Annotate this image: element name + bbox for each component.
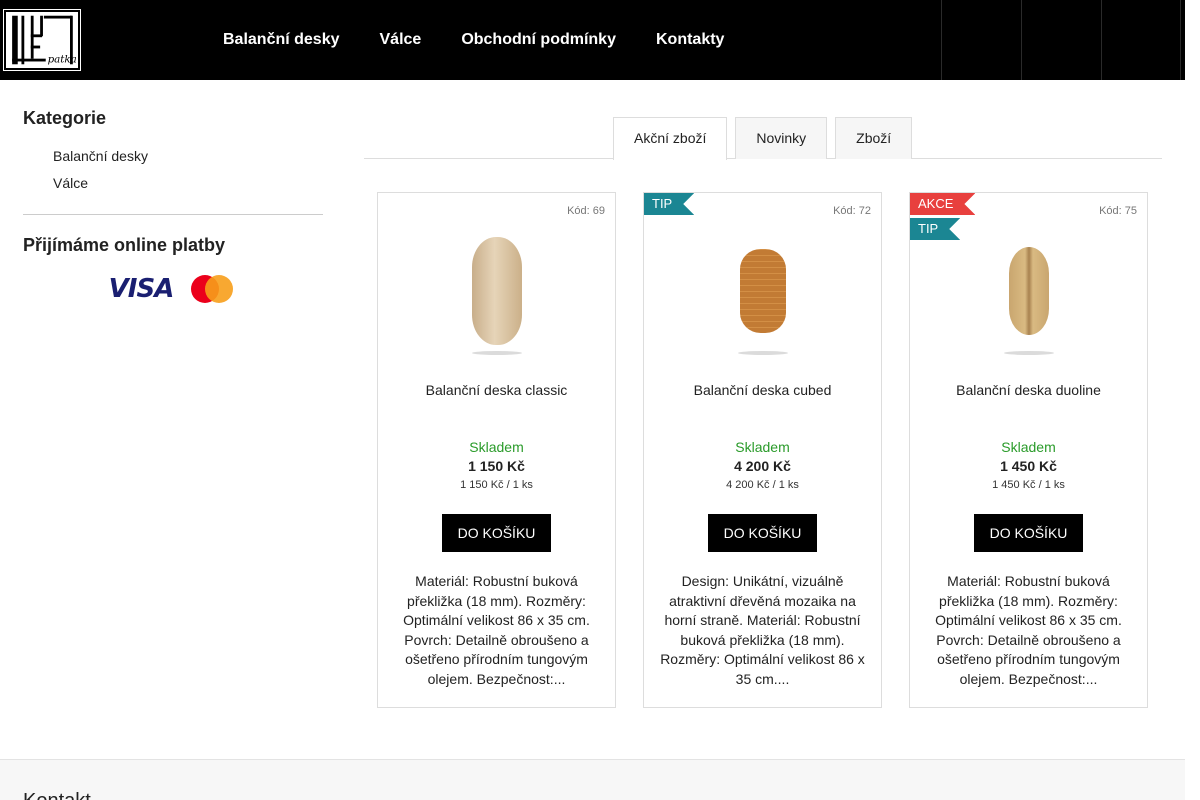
board-image [1008,247,1049,335]
product-code: Kód: 69 [567,205,605,217]
unit-price: 1 450 Kč / 1 ks [992,479,1065,491]
nav-kontakty[interactable]: Kontakty [636,0,744,80]
add-to-cart-button[interactable]: DO KOŠÍKU [708,514,817,552]
sidebar: Kategorie Balanční desky Válce Přijímáme… [23,108,323,304]
category-item-valce[interactable]: Válce [53,170,323,197]
akce-badge: AKCE [910,193,975,215]
product-price: 1 150 Kč [468,458,525,474]
nav-obchodni-podminky[interactable]: Obchodní podmínky [441,0,636,80]
product-description: Materiál: Robustní buková překližka (18 … [403,573,590,687]
category-item-balancni-desky[interactable]: Balanční desky [53,143,323,170]
login-button[interactable] [1021,0,1101,80]
board-image [471,237,522,345]
main-nav: Balanční desky Válce Obchodní podmínky K… [203,0,744,80]
tip-badge: TIP [644,193,694,215]
product-code: Kód: 72 [833,205,871,217]
cart-button[interactable] [1101,0,1181,80]
stock-status: Skladem [735,439,790,455]
stock-status: Skladem [469,439,524,455]
site-footer: Kontakt [0,759,1185,800]
unit-price: 1 150 Kč / 1 ks [460,479,533,491]
product-description: Materiál: Robustní buková překližka (18 … [935,573,1122,687]
mastercard-logo [191,275,234,303]
category-list: Balanční desky Válce [23,143,323,197]
product-price: 1 450 Kč [1000,458,1057,474]
product-name[interactable]: Balanční deska classic [378,382,615,398]
nav-valce[interactable]: Válce [360,0,442,80]
visa-logo: VISA [108,274,175,304]
sidebar-divider [23,214,323,215]
tab-zbozi[interactable]: Zboží [835,117,913,159]
product-name[interactable]: Balanční deska cubed [644,382,881,398]
payment-logos: VISA [19,274,323,304]
product-card[interactable]: Kód: 69 Balanční deska classic Skladem 1… [377,192,616,708]
product-image[interactable] [378,221,615,361]
product-code: Kód: 75 [1099,205,1137,217]
payments-title: Přijímáme online platby [23,235,226,255]
site-header: patka Balanční desky Válce Obchodní podm… [0,0,1185,80]
product-price: 4 200 Kč [734,458,791,474]
product-grid: Kód: 69 Balanční deska classic Skladem 1… [377,192,1148,708]
board-image [739,249,786,333]
search-button[interactable] [941,0,1021,80]
product-image[interactable] [644,221,881,361]
product-image[interactable] [910,221,1147,361]
add-to-cart-button[interactable]: DO KOŠÍKU [442,514,551,552]
tab-novinky[interactable]: Novinky [735,117,828,159]
product-card[interactable]: AKCE TIP Kód: 75 Balanční deska duoline … [909,192,1148,708]
product-card[interactable]: TIP Kód: 72 Balanční deska cubed Skladem… [643,192,882,708]
unit-price: 4 200 Kč / 1 ks [726,479,799,491]
categories-title: Kategorie [23,108,107,128]
logo-icon: patka [12,15,77,65]
stock-status: Skladem [1001,439,1056,455]
site-logo[interactable]: patka [3,9,81,71]
add-to-cart-button[interactable]: DO KOŠÍKU [974,514,1083,552]
tab-akcni-zbozi[interactable]: Akční zboží [613,117,728,160]
product-description: Design: Unikátní, vizuálně atraktivní dř… [660,573,865,687]
product-name[interactable]: Balanční deska duoline [910,382,1147,398]
product-tabs: Akční zboží Novinky Zboží [364,117,1162,160]
nav-balancni-desky[interactable]: Balanční desky [203,0,360,80]
footer-contact-title: Kontakt [23,790,91,800]
logo-text: patka [48,53,77,65]
